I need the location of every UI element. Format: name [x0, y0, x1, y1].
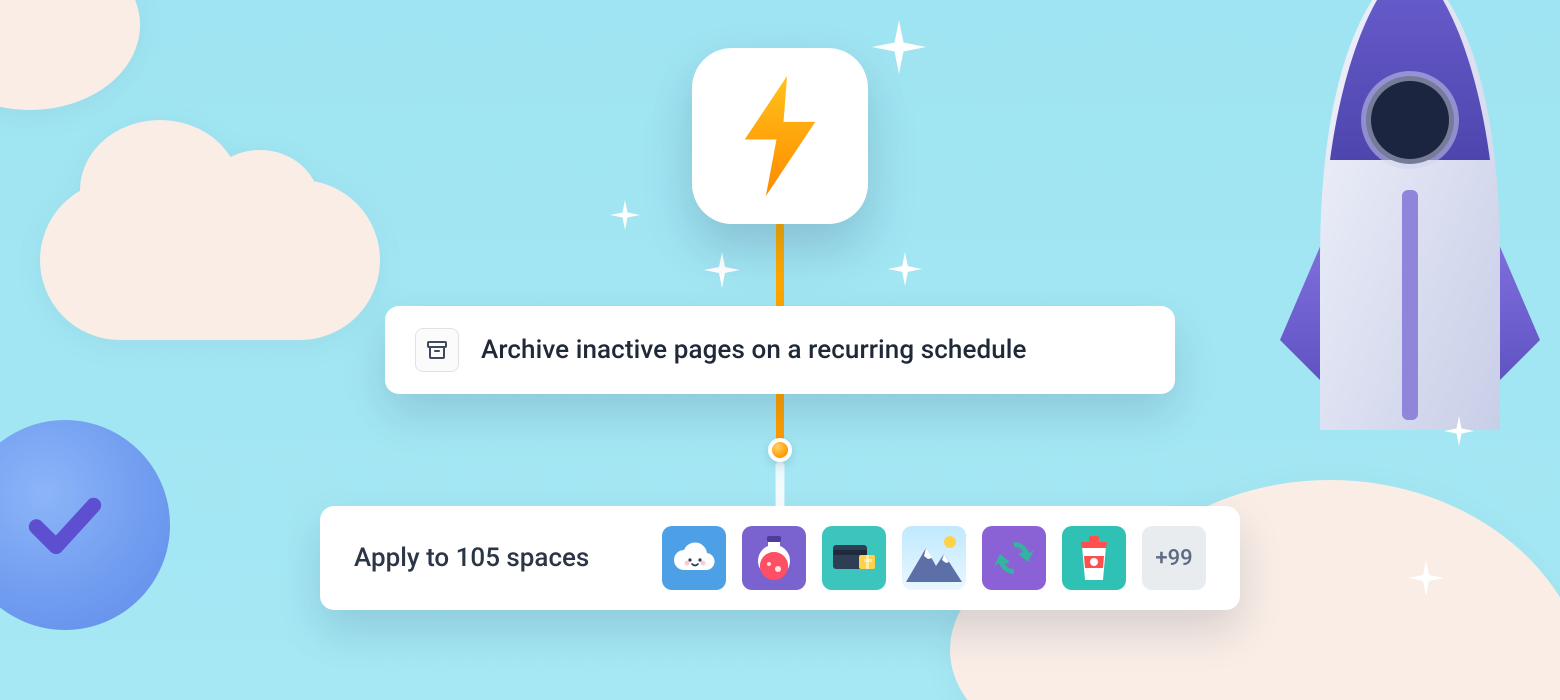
checkmark-icon: [22, 482, 108, 568]
flask-icon: [754, 534, 794, 582]
sparkle-icon: [1444, 416, 1474, 446]
wallet-icon: [831, 541, 877, 575]
coffee-icon: [1077, 534, 1111, 582]
space-tile[interactable]: [822, 526, 886, 590]
rule-title: Archive inactive pages on a recurring sc…: [481, 335, 1027, 365]
flow-node: [768, 438, 792, 462]
cloud-icon: [670, 538, 718, 578]
cloud-decoration: [0, 0, 140, 110]
automation-trigger-card[interactable]: [692, 48, 868, 224]
apply-to-spaces-card[interactable]: Apply to 105 spaces: [320, 506, 1240, 610]
apply-label: Apply to 105 spaces: [354, 543, 589, 573]
sparkle-icon: [1408, 560, 1444, 596]
bolt-icon: [737, 76, 823, 196]
sync-icon: [991, 535, 1037, 581]
archive-box-icon: [415, 328, 459, 372]
space-tile[interactable]: [902, 526, 966, 590]
space-tile[interactable]: [1062, 526, 1126, 590]
flow-connector: [776, 462, 784, 512]
checkmark-badge: [0, 420, 170, 630]
mountain-icon: [902, 526, 966, 590]
space-tile[interactable]: [982, 526, 1046, 590]
space-overflow-count: +99: [1155, 546, 1192, 571]
automation-rule-card[interactable]: Archive inactive pages on a recurring sc…: [385, 306, 1175, 394]
space-tile[interactable]: [742, 526, 806, 590]
space-overflow-tile[interactable]: +99: [1142, 526, 1206, 590]
space-tile-row: +99: [662, 526, 1206, 590]
space-tile[interactable]: [662, 526, 726, 590]
flow-connector: [776, 222, 784, 312]
